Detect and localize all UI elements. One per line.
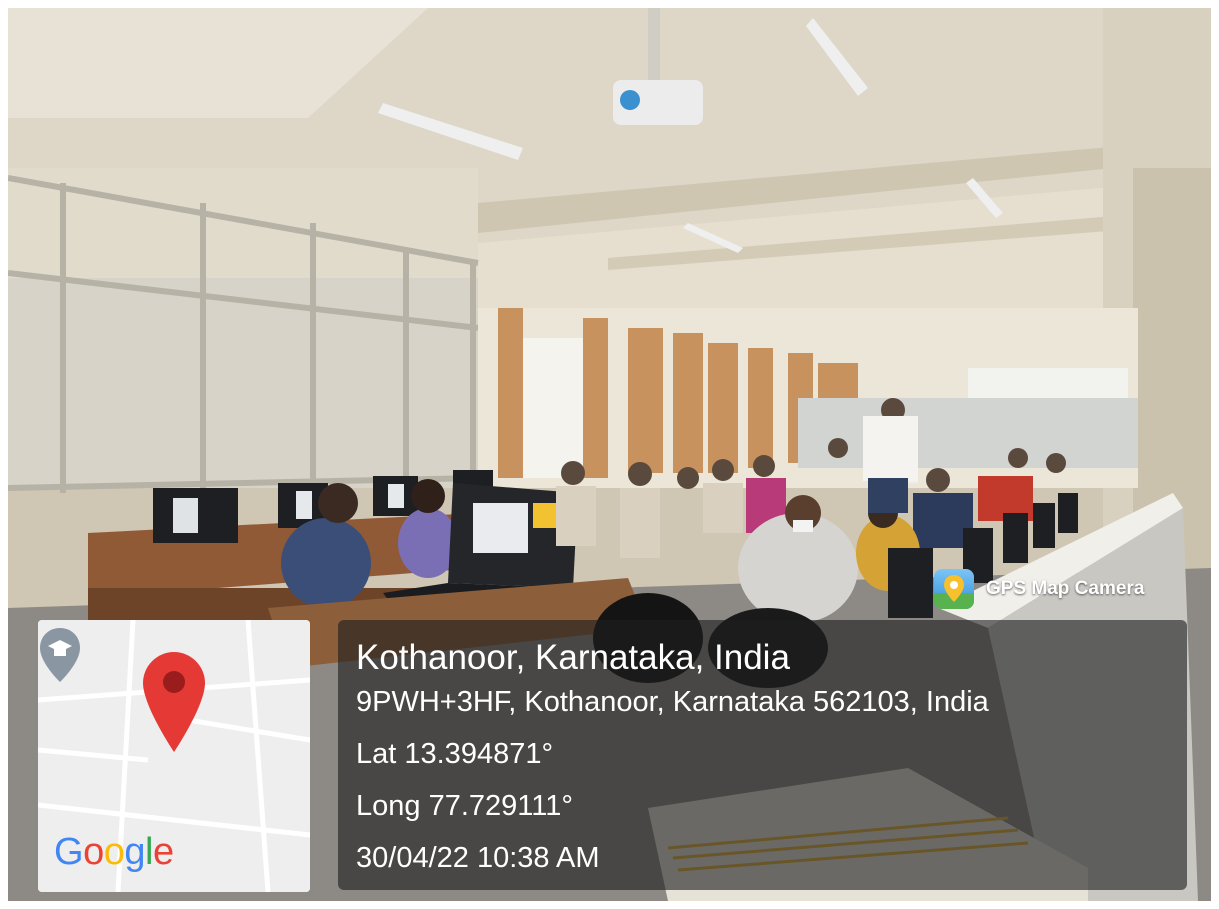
latitude-text: Lat 13.394871°: [356, 738, 554, 770]
app-name: GPS Map Camera: [986, 578, 1145, 599]
map-thumbnail[interactable]: Google: [38, 620, 310, 892]
map-pin-icon: [143, 652, 205, 752]
google-logo: Google: [54, 831, 174, 873]
app-badge: GPS Map Camera: [934, 566, 1144, 612]
location-info-panel: Kothanoor, Karnataka, India 9PWH+3HF, Ko…: [338, 620, 1187, 890]
longitude-text: Long 77.729111°: [356, 790, 573, 822]
graduation-cap-icon: [40, 628, 80, 682]
location-title: Kothanoor, Karnataka, India: [356, 638, 790, 677]
datetime-text: 30/04/22 10:38 AM: [356, 842, 600, 874]
gps-map-camera-icon: [934, 569, 974, 609]
address-text: 9PWH+3HF, Kothanoor, Karnataka 562103, I…: [356, 686, 989, 718]
